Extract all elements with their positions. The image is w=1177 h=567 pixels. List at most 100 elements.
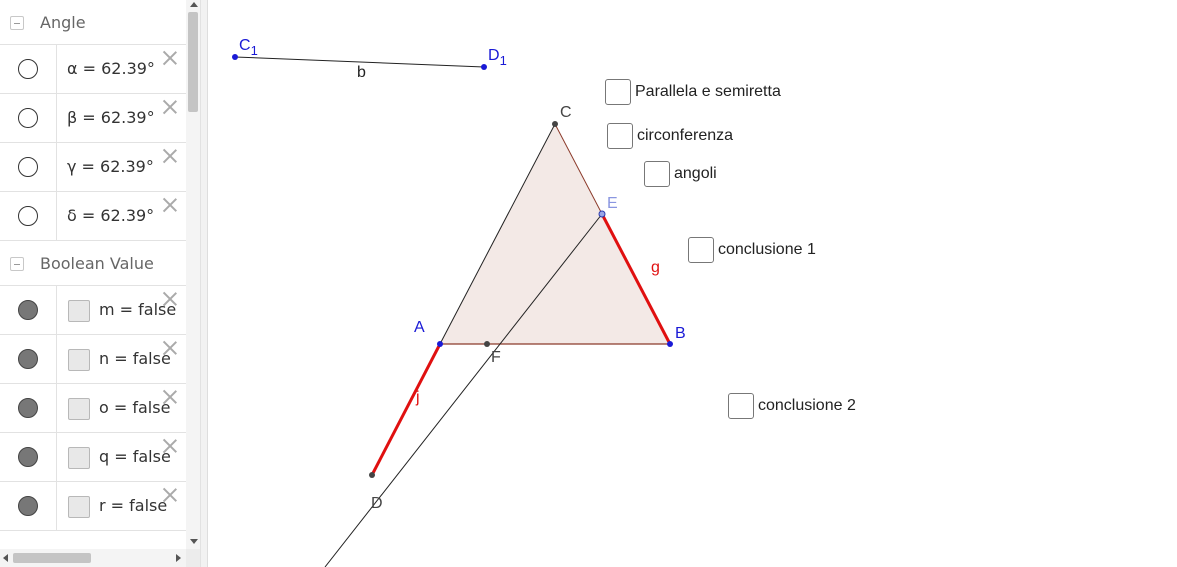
scroll-left-icon[interactable] bbox=[3, 554, 8, 562]
close-icon[interactable] bbox=[161, 49, 179, 67]
checkbox-label[interactable]: Parallela e semiretta bbox=[635, 83, 781, 101]
algebra-row-r[interactable]: r = false bbox=[0, 482, 186, 531]
label-a: A bbox=[414, 319, 425, 336]
checkbox-label[interactable]: conclusione 1 bbox=[718, 241, 816, 259]
visibility-toggle[interactable] bbox=[18, 349, 38, 369]
close-icon[interactable] bbox=[161, 388, 179, 406]
algebra-row-delta[interactable]: δ = 62.39° bbox=[0, 192, 186, 241]
point-c[interactable] bbox=[552, 121, 558, 127]
checkbox-label[interactable]: angoli bbox=[674, 165, 717, 183]
visibility-toggle[interactable] bbox=[18, 447, 38, 467]
algebra-row-text[interactable]: γ = 62.39° bbox=[67, 157, 154, 176]
algebra-row-text[interactable]: r = false bbox=[99, 496, 167, 515]
point-d[interactable] bbox=[369, 472, 375, 478]
algebra-row-n[interactable]: n = false bbox=[0, 335, 186, 384]
boolean-group-header[interactable]: Boolean Value bbox=[0, 241, 186, 286]
checkbox-label[interactable]: circonferenza bbox=[637, 127, 733, 145]
algebra-row-gamma[interactable]: γ = 62.39° bbox=[0, 143, 186, 192]
group-title: Boolean Value bbox=[40, 254, 154, 273]
algebra-view: Angle α = 62.39° β = 62.39° γ = 62.39° δ… bbox=[0, 0, 201, 567]
marker-cell bbox=[0, 335, 57, 383]
visibility-toggle[interactable] bbox=[18, 108, 38, 128]
scroll-up-icon[interactable] bbox=[190, 2, 198, 7]
scroll-thumb[interactable] bbox=[13, 553, 91, 563]
close-icon[interactable] bbox=[161, 196, 179, 214]
visibility-toggle[interactable] bbox=[18, 59, 38, 79]
vertical-scrollbar[interactable] bbox=[186, 0, 200, 549]
checkbox-box[interactable] bbox=[605, 79, 631, 105]
algebra-row-text[interactable]: α = 62.39° bbox=[67, 59, 155, 78]
label-j: j bbox=[415, 389, 420, 406]
ray-ed[interactable] bbox=[324, 213, 603, 567]
boolean-checkbox[interactable] bbox=[68, 496, 90, 518]
algebra-row-m[interactable]: m = false bbox=[0, 286, 186, 335]
label-f: F bbox=[491, 349, 501, 366]
scroll-right-icon[interactable] bbox=[176, 554, 181, 562]
boolean-checkbox[interactable] bbox=[68, 349, 90, 371]
visibility-toggle[interactable] bbox=[18, 300, 38, 320]
checkbox-box[interactable] bbox=[728, 393, 754, 419]
collapse-icon[interactable] bbox=[10, 16, 24, 30]
graphics-view[interactable]: C1 D1 b C E g A B F j D Parallela e semi… bbox=[208, 0, 1177, 567]
close-icon[interactable] bbox=[161, 290, 179, 308]
label-c1: C1 bbox=[239, 37, 258, 58]
scroll-corner bbox=[186, 549, 200, 567]
close-icon[interactable] bbox=[161, 147, 179, 165]
label-d1-sub: 1 bbox=[500, 53, 507, 68]
boolean-checkbox[interactable] bbox=[68, 398, 90, 420]
triangle-abc[interactable] bbox=[440, 124, 670, 344]
label-c: C bbox=[560, 104, 572, 121]
horizontal-scrollbar[interactable] bbox=[0, 549, 186, 567]
algebra-row-text[interactable]: o = false bbox=[99, 398, 170, 417]
group-title: Angle bbox=[40, 13, 86, 32]
point-c1[interactable] bbox=[232, 54, 238, 60]
algebra-row-alpha[interactable]: α = 62.39° bbox=[0, 45, 186, 94]
label-e: E bbox=[607, 195, 618, 212]
close-icon[interactable] bbox=[161, 339, 179, 357]
algebra-row-text[interactable]: δ = 62.39° bbox=[67, 206, 154, 225]
label-b: b bbox=[357, 64, 366, 81]
panel-splitter[interactable] bbox=[201, 0, 208, 567]
checkbox-label[interactable]: conclusione 2 bbox=[758, 397, 856, 415]
label-d1-name: D bbox=[488, 47, 500, 64]
visibility-toggle[interactable] bbox=[18, 206, 38, 226]
marker-cell bbox=[0, 45, 57, 93]
algebra-row-q[interactable]: q = false bbox=[0, 433, 186, 482]
label-c1-sub: 1 bbox=[251, 43, 258, 58]
visibility-toggle[interactable] bbox=[18, 496, 38, 516]
point-a[interactable] bbox=[437, 341, 443, 347]
label-d: D bbox=[371, 495, 383, 512]
label-d1: D1 bbox=[488, 47, 507, 68]
marker-cell bbox=[0, 384, 57, 432]
algebra-row-text[interactable]: β = 62.39° bbox=[67, 108, 155, 127]
label-g: g bbox=[651, 259, 660, 276]
scroll-down-icon[interactable] bbox=[190, 539, 198, 544]
close-icon[interactable] bbox=[161, 98, 179, 116]
marker-cell bbox=[0, 94, 57, 142]
visibility-toggle[interactable] bbox=[18, 157, 38, 177]
boolean-checkbox[interactable] bbox=[68, 300, 90, 322]
marker-cell bbox=[0, 286, 57, 334]
segment-j[interactable] bbox=[370, 343, 442, 476]
label-b-point: B bbox=[675, 325, 686, 342]
angle-group-header[interactable]: Angle bbox=[0, 0, 186, 45]
point-f[interactable] bbox=[484, 341, 490, 347]
checkbox-box[interactable] bbox=[688, 237, 714, 263]
close-icon[interactable] bbox=[161, 486, 179, 504]
geogebra-app: Angle α = 62.39° β = 62.39° γ = 62.39° δ… bbox=[0, 0, 1177, 567]
point-d1[interactable] bbox=[481, 64, 487, 70]
point-e[interactable] bbox=[598, 210, 606, 218]
scroll-thumb[interactable] bbox=[188, 12, 198, 112]
close-icon[interactable] bbox=[161, 437, 179, 455]
marker-cell bbox=[0, 143, 57, 191]
marker-cell bbox=[0, 482, 57, 530]
point-b[interactable] bbox=[667, 341, 673, 347]
algebra-row-o[interactable]: o = false bbox=[0, 384, 186, 433]
visibility-toggle[interactable] bbox=[18, 398, 38, 418]
algebra-row-beta[interactable]: β = 62.39° bbox=[0, 94, 186, 143]
boolean-checkbox[interactable] bbox=[68, 447, 90, 469]
checkbox-box[interactable] bbox=[644, 161, 670, 187]
collapse-icon[interactable] bbox=[10, 257, 24, 271]
checkbox-box[interactable] bbox=[607, 123, 633, 149]
algebra-row-text[interactable]: n = false bbox=[99, 349, 171, 368]
